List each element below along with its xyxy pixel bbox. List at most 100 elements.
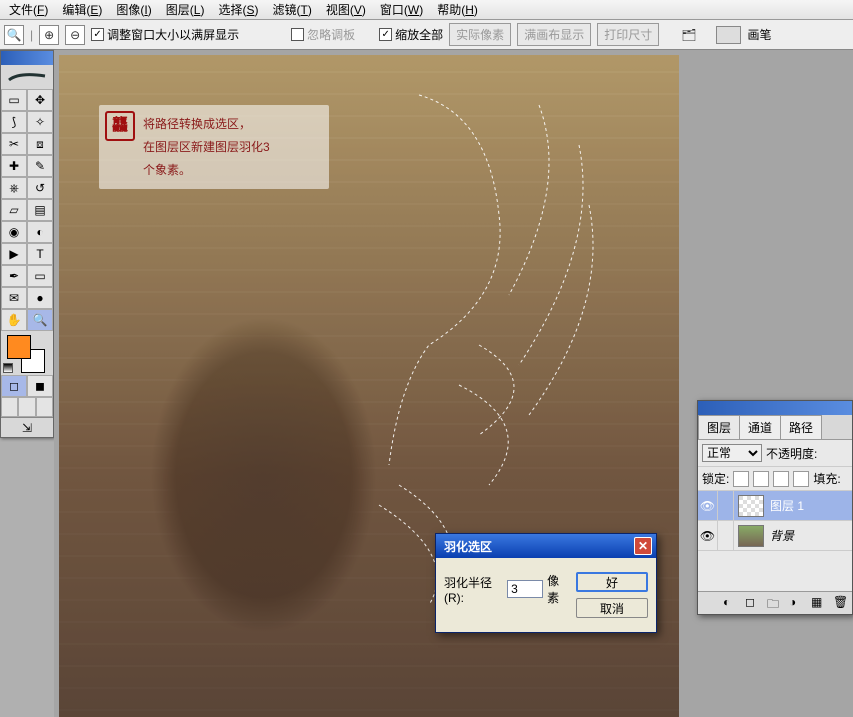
visibility-icon[interactable]: 👁: [698, 491, 718, 521]
blur-tool[interactable]: ◉: [1, 221, 27, 243]
radius-input[interactable]: [507, 580, 543, 598]
menu-select[interactable]: 选择(S): [211, 0, 265, 20]
brush-tip-preview: [1, 65, 53, 89]
file-browser-icon[interactable]: 🗂: [681, 28, 696, 42]
visibility-icon[interactable]: 👁: [698, 521, 718, 551]
standard-mode-icon[interactable]: ◻: [1, 375, 27, 397]
actual-pixels-button[interactable]: 实际像素: [449, 23, 511, 46]
quickmask-mode-icon[interactable]: ◼: [27, 375, 53, 397]
print-size-button[interactable]: 打印尺寸: [597, 23, 659, 46]
lock-label: 锁定:: [702, 470, 729, 487]
slice-tool[interactable]: ⧈: [27, 133, 53, 155]
layer-thumb[interactable]: [738, 525, 764, 547]
menu-image[interactable]: 图像(I): [109, 0, 158, 20]
menu-file[interactable]: 文件(F): [2, 0, 55, 20]
crop-tool[interactable]: ✂: [1, 133, 27, 155]
layers-panel[interactable]: 图层 通道 路径 正常 不透明度: 锁定: 填充: 👁 图层 1 👁 背景 ◐ …: [697, 400, 853, 615]
menu-help[interactable]: 帮助(H): [430, 0, 485, 20]
fit-screen-button[interactable]: 满画布显示: [517, 23, 591, 46]
feather-dialog[interactable]: 羽化选区 ✕ 羽化半径(R): 像素 好 取消: [435, 533, 657, 633]
tab-channels[interactable]: 通道: [739, 415, 781, 439]
wand-tool[interactable]: ✧: [27, 111, 53, 133]
radius-label: 羽化半径(R):: [444, 574, 503, 605]
options-bar: 🔍 | ⊕ ⊖ 调整窗口大小以满屏显示 忽略调板 缩放全部 实际像素 满画布显示…: [0, 20, 853, 50]
dialog-title: 羽化选区: [444, 538, 492, 555]
lock-transparent-icon[interactable]: [733, 471, 749, 487]
close-icon[interactable]: ✕: [634, 537, 652, 555]
brush-tool[interactable]: ✎: [27, 155, 53, 177]
dodge-tool[interactable]: ◐: [27, 221, 53, 243]
fit-window-checkbox[interactable]: 调整窗口大小以满屏显示: [91, 26, 239, 43]
eyedropper-tool[interactable]: ⦁: [27, 287, 53, 309]
screen-standard-icon[interactable]: [1, 397, 18, 417]
zoom-tool[interactable]: 🔍: [27, 309, 53, 331]
blend-mode-select[interactable]: 正常: [702, 444, 762, 462]
brush-label: 画笔: [747, 26, 771, 43]
opacity-label: 不透明度:: [766, 445, 817, 462]
tab-paths[interactable]: 路径: [780, 415, 822, 439]
layer-name[interactable]: 背景: [768, 527, 852, 544]
color-swatches[interactable]: [1, 331, 53, 375]
link-cell[interactable]: [718, 491, 734, 521]
layer-thumb[interactable]: [738, 495, 764, 517]
layer-row[interactable]: 👁 背景: [698, 521, 852, 551]
zoom-out2-icon[interactable]: ⊖: [65, 25, 85, 45]
fill-label: 填充:: [813, 470, 840, 487]
cancel-button[interactable]: 取消: [576, 598, 648, 618]
menu-filter[interactable]: 滤镜(T): [265, 0, 318, 20]
notes-tool[interactable]: ✉: [1, 287, 27, 309]
heal-tool[interactable]: ✚: [1, 155, 27, 177]
screen-full-menubar-icon[interactable]: [18, 397, 35, 417]
lock-image-icon[interactable]: [753, 471, 769, 487]
stamp-icon: 龘: [105, 111, 135, 141]
annotation-box: 龘 将路径转换成选区， 在图层区新建图层羽化3 个象素。: [99, 105, 329, 189]
new-layer-icon[interactable]: ▦: [811, 595, 827, 611]
new-set-icon[interactable]: 🗀: [767, 595, 783, 611]
path-select-tool[interactable]: ▶: [1, 243, 27, 265]
menu-view[interactable]: 视图(V): [319, 0, 373, 20]
delete-layer-icon[interactable]: 🗑: [833, 595, 849, 611]
stamp-tool[interactable]: ⎈: [1, 177, 27, 199]
annotation-line2: 在图层区新建图层羽化3: [143, 136, 319, 159]
default-colors-icon[interactable]: [3, 363, 13, 373]
zoom-all-checkbox[interactable]: 缩放全部: [379, 26, 443, 43]
annotation-line3: 个象素。: [143, 159, 319, 182]
lasso-tool[interactable]: ⟆: [1, 111, 27, 133]
eraser-tool[interactable]: ▱: [1, 199, 27, 221]
unit-label: 像素: [547, 572, 568, 606]
palette-titlebar[interactable]: [1, 51, 53, 65]
adjustment-layer-icon[interactable]: ◑: [789, 595, 805, 611]
ok-button[interactable]: 好: [576, 572, 648, 592]
lock-all-icon[interactable]: [793, 471, 809, 487]
layer-name[interactable]: 图层 1: [768, 497, 852, 514]
layer-mask-icon[interactable]: ◻: [745, 595, 761, 611]
link-cell[interactable]: [718, 521, 734, 551]
layer-row[interactable]: 👁 图层 1: [698, 491, 852, 521]
ignore-palettes-checkbox[interactable]: 忽略调板: [291, 26, 355, 43]
zoom-in-icon[interactable]: ⊕: [39, 25, 59, 45]
foreground-color[interactable]: [7, 335, 31, 359]
zoom-out-icon[interactable]: 🔍: [4, 25, 24, 45]
menu-layer[interactable]: 图层(L): [159, 0, 212, 20]
lock-position-icon[interactable]: [773, 471, 789, 487]
menu-window[interactable]: 窗口(W): [373, 0, 430, 20]
annotation-line1: 将路径转换成选区，: [143, 113, 319, 136]
dialog-titlebar[interactable]: 羽化选区 ✕: [436, 534, 656, 558]
hand-tool[interactable]: ✋: [1, 309, 27, 331]
move-tool[interactable]: ✥: [27, 89, 53, 111]
menu-bar: 文件(F) 编辑(E) 图像(I) 图层(L) 选择(S) 滤镜(T) 视图(V…: [0, 0, 853, 20]
type-tool[interactable]: T: [27, 243, 53, 265]
screen-full-icon[interactable]: [36, 397, 53, 417]
shape-tool[interactable]: ▭: [27, 265, 53, 287]
layer-style-icon[interactable]: ◐: [723, 595, 739, 611]
pen-tool[interactable]: ✒: [1, 265, 27, 287]
history-brush-tool[interactable]: ↺: [27, 177, 53, 199]
jump-to-imageready-icon[interactable]: ⇲: [1, 417, 53, 437]
tools-palette[interactable]: ▭ ✥ ⟆ ✧ ✂ ⧈ ✚ ✎ ⎈ ↺ ▱ ▤ ◉ ◐ ▶ T ✒ ▭ ✉ ⦁ …: [0, 50, 54, 438]
marquee-tool[interactable]: ▭: [1, 89, 27, 111]
gradient-tool[interactable]: ▤: [27, 199, 53, 221]
brush-preset-icon[interactable]: [716, 26, 741, 44]
layers-titlebar[interactable]: [698, 401, 852, 415]
tab-layers[interactable]: 图层: [698, 415, 740, 439]
menu-edit[interactable]: 编辑(E): [55, 0, 109, 20]
